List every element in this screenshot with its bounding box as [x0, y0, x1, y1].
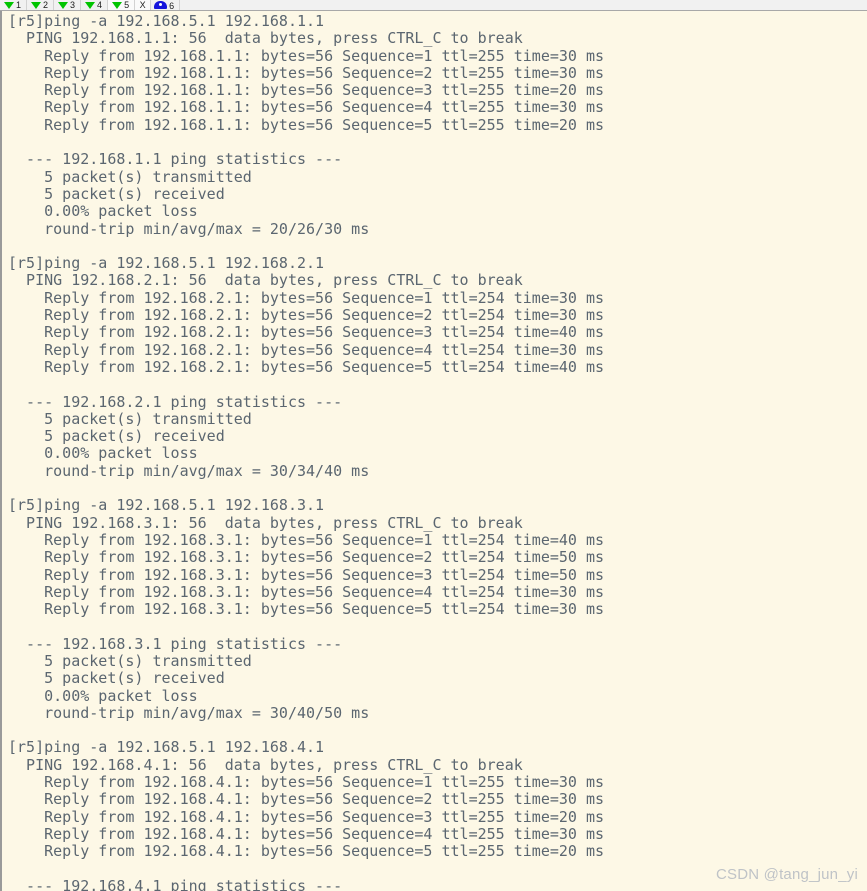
session-tab-5[interactable]: 5 — [108, 0, 136, 10]
green-down-arrow-icon — [4, 1, 14, 9]
console-line: Reply from 192.168.2.1: bytes=56 Sequenc… — [8, 357, 605, 376]
console-line: --- 192.168.3.1 ping statistics --- — [8, 634, 343, 653]
console-line: Reply from 192.168.1.1: bytes=56 Sequenc… — [8, 115, 605, 134]
console-line: 5 packet(s) received — [8, 427, 225, 446]
console-line: Reply from 192.168.4.1: bytes=56 Sequenc… — [8, 790, 605, 809]
console-line: 5 packet(s) transmitted — [8, 167, 252, 186]
console-line: Reply from 192.168.4.1: bytes=56 Sequenc… — [8, 773, 605, 792]
session-tab-label: 1 — [16, 0, 22, 10]
console-line: PING 192.168.4.1: 56 data bytes, press C… — [8, 755, 523, 774]
session-tab-label: 5 — [124, 0, 130, 10]
session-tab-4[interactable]: 4 — [81, 0, 109, 10]
session-tab-label: 4 — [97, 0, 103, 10]
session-tab-6[interactable]: 6 — [151, 0, 181, 11]
console-line: 5 packet(s) received — [8, 669, 225, 688]
console-line: Reply from 192.168.3.1: bytes=56 Sequenc… — [8, 565, 605, 584]
session-tab-2[interactable]: 2 — [27, 0, 55, 10]
session-tab-label: 6 — [169, 0, 175, 11]
console-line: 5 packet(s) transmitted — [8, 651, 252, 670]
console-line: 5 packet(s) received — [8, 184, 225, 203]
console-line: 0.00% packet loss — [8, 444, 198, 463]
console-line: [r5]ping -a 192.168.5.1 192.168.4.1 — [8, 738, 325, 757]
cli-console-text: [r5]ping -a 192.168.5.1 192.168.1.1 PING… — [2, 11, 867, 891]
console-line: PING 192.168.2.1: 56 data bytes, press C… — [8, 271, 523, 290]
green-down-arrow-icon — [31, 1, 42, 9]
console-line: [r5]ping -a 192.168.5.1 192.168.2.1 — [8, 254, 325, 273]
console-line: [r5]ping -a 192.168.5.1 192.168.3.1 — [8, 496, 325, 515]
console-line: Reply from 192.168.3.1: bytes=56 Sequenc… — [8, 582, 605, 601]
console-line: PING 192.168.1.1: 56 data bytes, press C… — [8, 29, 523, 48]
close-icon[interactable]: X — [135, 0, 152, 10]
console-line: Reply from 192.168.1.1: bytes=56 Sequenc… — [8, 81, 605, 100]
console-line: Reply from 192.168.3.1: bytes=56 Sequenc… — [8, 530, 605, 549]
console-line: Reply from 192.168.4.1: bytes=56 Sequenc… — [8, 807, 605, 826]
console-line: Reply from 192.168.3.1: bytes=56 Sequenc… — [8, 600, 605, 619]
console-line: 0.00% packet loss — [8, 202, 198, 221]
green-down-arrow-icon — [112, 1, 123, 9]
session-tab-3[interactable]: 3 — [54, 0, 82, 10]
console-line: Reply from 192.168.4.1: bytes=56 Sequenc… — [8, 824, 605, 843]
blue-device-icon — [154, 0, 168, 9]
session-tab-label: 3 — [70, 0, 76, 10]
console-line: 0.00% packet loss — [8, 686, 198, 705]
session-tab-toolbar[interactable]: 1 2 3 4 5X 6 — [0, 0, 867, 11]
cli-console-output-panel[interactable]: [r5]ping -a 192.168.5.1 192.168.1.1 PING… — [0, 11, 867, 891]
console-line: --- 192.168.2.1 ping statistics --- — [8, 392, 343, 411]
console-line: round-trip min/avg/max = 30/40/50 ms — [8, 703, 370, 722]
watermark-label: CSDN @tang_jun_yi — [715, 866, 858, 883]
green-down-arrow-icon — [58, 1, 69, 9]
console-line: PING 192.168.3.1: 56 data bytes, press C… — [8, 513, 523, 532]
console-line: Reply from 192.168.2.1: bytes=56 Sequenc… — [8, 306, 605, 325]
console-line: Reply from 192.168.3.1: bytes=56 Sequenc… — [8, 548, 605, 567]
console-line: Reply from 192.168.1.1: bytes=56 Sequenc… — [8, 98, 605, 117]
console-line: --- 192.168.1.1 ping statistics --- — [8, 150, 343, 169]
console-line: round-trip min/avg/max = 30/34/40 ms — [8, 461, 370, 480]
console-line: Reply from 192.168.2.1: bytes=56 Sequenc… — [8, 323, 605, 342]
session-tab-label: 2 — [43, 0, 49, 10]
console-line: Reply from 192.168.1.1: bytes=56 Sequenc… — [8, 46, 605, 65]
session-tab-1[interactable]: 1 — [0, 0, 28, 10]
console-line: Reply from 192.168.4.1: bytes=56 Sequenc… — [8, 842, 605, 861]
console-line: Reply from 192.168.2.1: bytes=56 Sequenc… — [8, 340, 605, 359]
console-line: 5 packet(s) transmitted — [8, 409, 252, 428]
console-line: Reply from 192.168.1.1: bytes=56 Sequenc… — [8, 63, 605, 82]
toolbar-empty-area — [180, 0, 867, 10]
green-down-arrow-icon — [85, 1, 96, 9]
console-line: round-trip min/avg/max = 20/26/30 ms — [8, 219, 370, 238]
console-line: [r5]ping -a 192.168.5.1 192.168.1.1 — [8, 12, 325, 30]
console-line: Reply from 192.168.2.1: bytes=56 Sequenc… — [8, 288, 605, 307]
